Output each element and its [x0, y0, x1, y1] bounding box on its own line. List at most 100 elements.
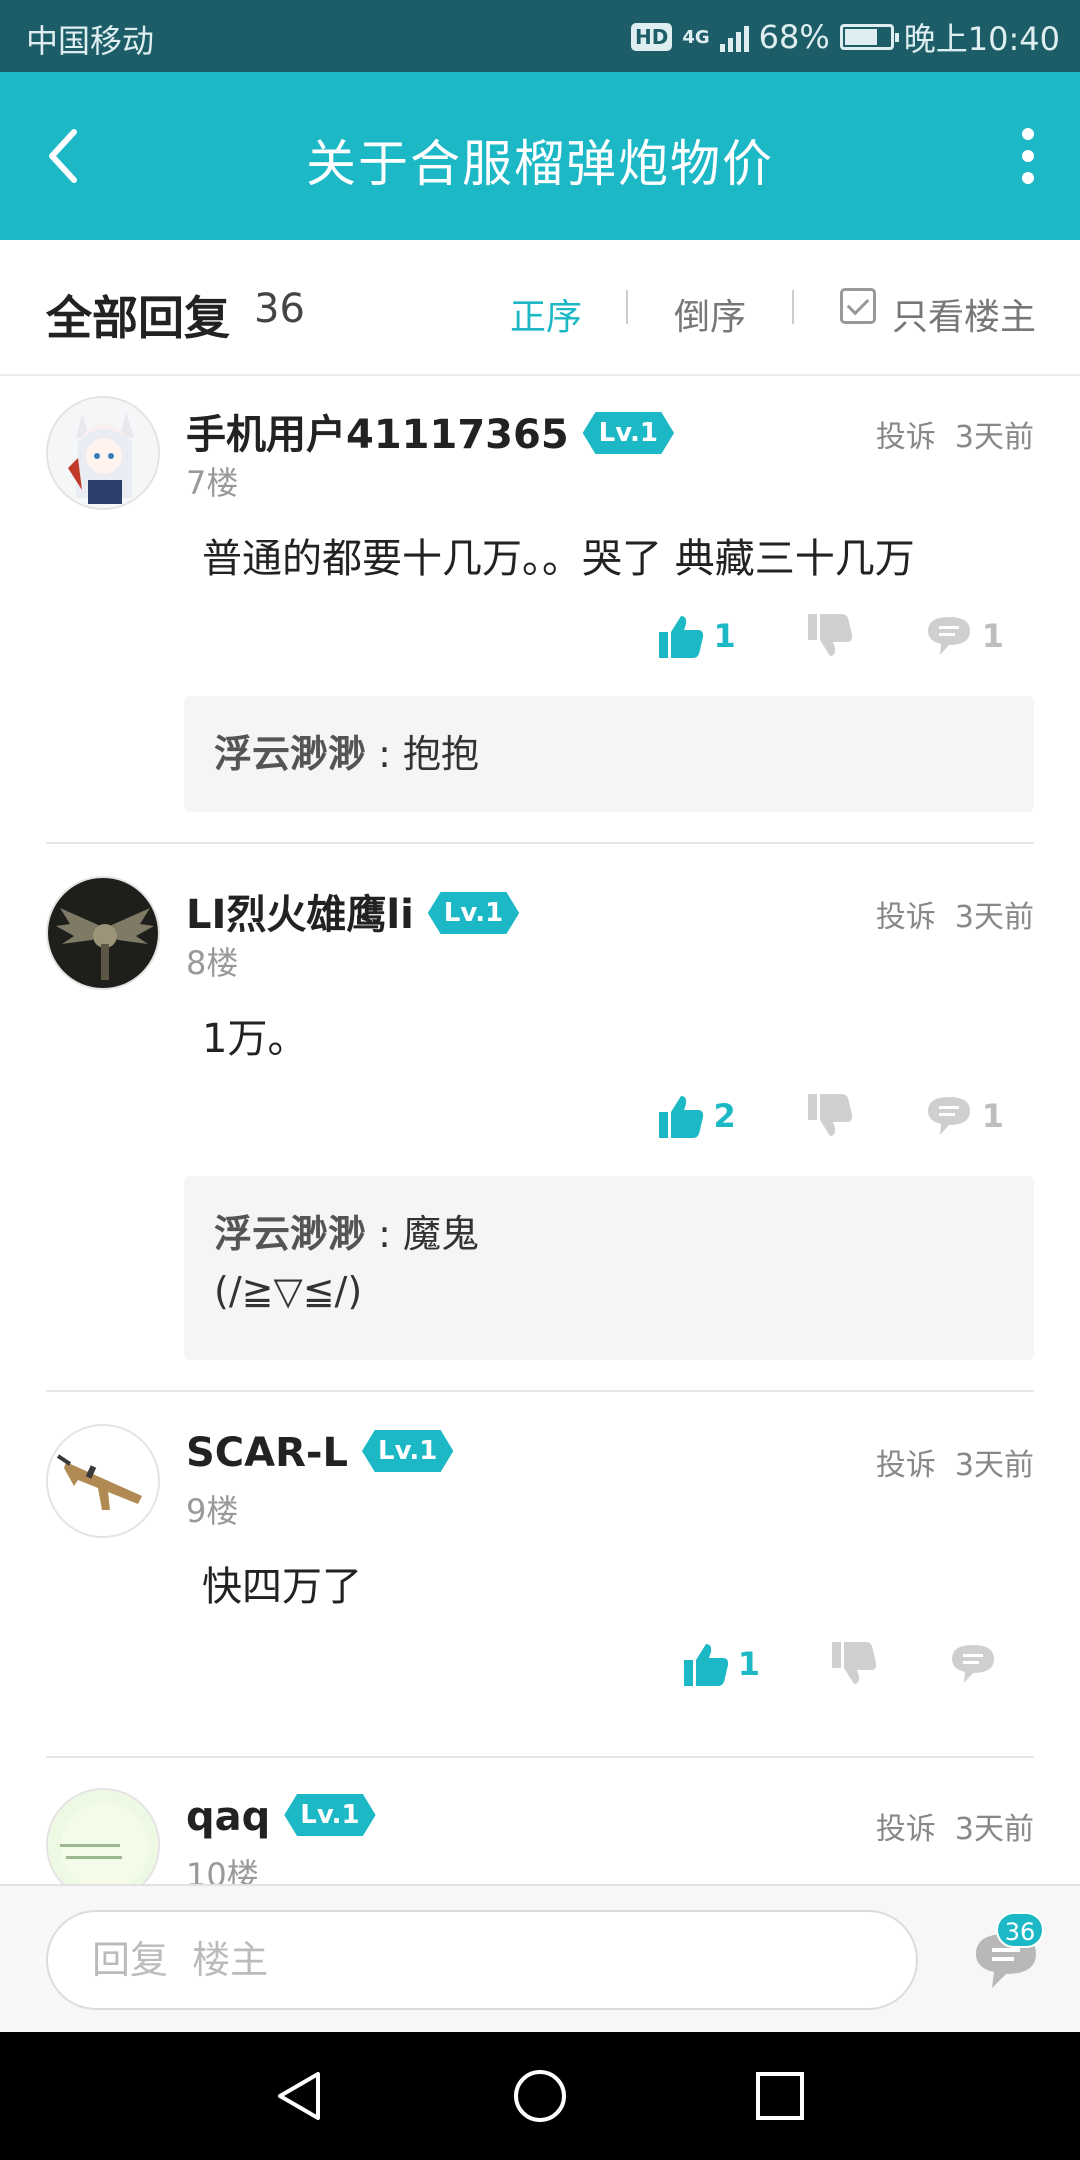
- clock: 晚上10:40: [903, 20, 1060, 58]
- signal-icon: [719, 22, 749, 52]
- thumb-up-icon: [659, 1096, 704, 1138]
- floor-number: 10楼: [186, 1856, 259, 1884]
- all-replies-label: 全部回复: [46, 291, 230, 345]
- comment-count: 1: [981, 617, 1004, 655]
- post-content: 快四万了: [202, 1564, 362, 1610]
- username[interactable]: 手机用户41117365 Lv.1: [186, 402, 675, 460]
- status-icons: HD 4G 68% 晚上10:40: [630, 14, 1060, 60]
- like-button[interactable]: 1: [657, 612, 736, 660]
- thumb-down-icon: [832, 1642, 877, 1684]
- level-badge: Lv.1: [284, 1794, 376, 1836]
- thumb-down-icon: [807, 614, 852, 656]
- sub-reply[interactable]: 浮云渺渺 : 抱抱: [184, 696, 1034, 812]
- username[interactable]: qaq Lv.1: [186, 1794, 376, 1840]
- report-link[interactable]: 投诉: [876, 1812, 936, 1847]
- thumb-up-icon: [683, 1644, 728, 1686]
- divider: [46, 1756, 1034, 1758]
- dislike-button[interactable]: [830, 1640, 878, 1688]
- reply-bar: 36: [0, 1884, 1080, 2032]
- like-button[interactable]: 1: [682, 1640, 760, 1688]
- nav-home-icon[interactable]: [510, 2066, 570, 2126]
- username[interactable]: LI烈火雄鹰li Lv.1: [186, 882, 520, 940]
- comment-icon: [927, 617, 970, 655]
- divider: [46, 1390, 1034, 1392]
- more-vert-icon[interactable]: [1016, 128, 1040, 184]
- sub-reply-text: 抱抱: [402, 732, 479, 776]
- comment-button[interactable]: 1: [924, 1093, 1004, 1139]
- floor-number: 9楼: [186, 1492, 239, 1530]
- avatar[interactable]: [46, 396, 160, 510]
- sub-reply-text: 魔鬼: [402, 1212, 479, 1256]
- level-badge: Lv.1: [427, 892, 520, 934]
- sort-bar: 全部回复 36 正序 倒序 只看楼主: [0, 240, 1080, 376]
- app-header: 关于合服榴弹炮物价: [0, 72, 1080, 240]
- only-op-toggle[interactable]: 只看楼主: [892, 288, 1036, 340]
- report-and-time: 投诉 3天前: [876, 1440, 1034, 1484]
- avatar[interactable]: [46, 1788, 160, 1884]
- post-content: 1万。: [202, 1016, 308, 1062]
- reply-post: qaq Lv.1 投诉 3天前 10楼: [46, 1788, 1034, 1884]
- hd-icon: HD: [630, 23, 673, 51]
- avatar[interactable]: [46, 1424, 160, 1538]
- report-link[interactable]: 投诉: [876, 420, 936, 455]
- post-actions: 1: [612, 1636, 998, 1692]
- post-actions: 2 1: [587, 1088, 1004, 1144]
- page-title: 关于合服榴弹炮物价: [306, 135, 774, 193]
- level-badge: Lv.1: [362, 1430, 454, 1472]
- like-button[interactable]: 2: [657, 1092, 736, 1140]
- username[interactable]: SCAR-L Lv.1: [186, 1430, 454, 1476]
- floor-number: 7楼: [186, 464, 239, 502]
- report-and-time: 投诉 3天前: [876, 412, 1034, 456]
- report-link[interactable]: 投诉: [876, 900, 936, 935]
- reply-post: 手机用户41117365 Lv.1 投诉 3天前 7楼 普通的都要十几万。。哭了 …: [46, 396, 1034, 836]
- like-count: 1: [737, 1645, 760, 1683]
- sub-reply-user[interactable]: 浮云渺渺: [214, 1212, 366, 1256]
- post-time: 3天前: [954, 900, 1034, 935]
- like-count: 2: [713, 1097, 736, 1135]
- status-bar: 中国移动 HD 4G 68% 晚上10:40: [0, 0, 1080, 72]
- sort-descending-tab[interactable]: 倒序: [674, 288, 746, 340]
- post-actions: 1 1: [587, 608, 1004, 664]
- battery-percent: 68%: [758, 18, 830, 56]
- post-time: 3天前: [954, 420, 1034, 455]
- checkbox-icon[interactable]: [840, 288, 876, 324]
- battery-icon: [839, 24, 899, 50]
- comment-icon: [927, 1097, 970, 1135]
- avatar[interactable]: [46, 876, 160, 990]
- comment-button[interactable]: [948, 1641, 998, 1687]
- sub-reply-text-line2: (/≧▽≦/): [214, 1269, 363, 1313]
- report-and-time: 投诉 3天前: [876, 1804, 1034, 1848]
- system-nav-bar: [0, 2032, 1080, 2160]
- divider: [46, 842, 1034, 844]
- divider: [626, 290, 628, 324]
- comment-count-badge: 36: [996, 1912, 1044, 1948]
- reply-count: 36: [254, 286, 305, 332]
- dislike-button[interactable]: [806, 1092, 854, 1140]
- nav-recent-icon[interactable]: [750, 2066, 810, 2126]
- post-time: 3天前: [954, 1812, 1034, 1847]
- sort-ascending-tab[interactable]: 正序: [510, 288, 582, 340]
- nav-back-icon[interactable]: [270, 2066, 330, 2126]
- floor-number: 8楼: [186, 944, 239, 982]
- reply-input[interactable]: [46, 1910, 918, 2010]
- carrier-name: 中国移动: [26, 22, 155, 60]
- sub-reply[interactable]: 浮云渺渺 : 魔鬼 (/≧▽≦/): [184, 1176, 1034, 1360]
- post-time: 3天前: [954, 1448, 1034, 1483]
- comment-button[interactable]: 1: [924, 613, 1004, 659]
- thumb-up-icon: [659, 616, 704, 658]
- sub-reply-sep: :: [366, 732, 403, 776]
- reply-post: SCAR-L Lv.1 投诉 3天前 9楼 快四万了 1: [46, 1424, 1034, 1724]
- network-type: 4G: [682, 26, 710, 48]
- report-and-time: 投诉 3天前: [876, 892, 1034, 936]
- divider: [792, 290, 794, 324]
- like-count: 1: [713, 617, 736, 655]
- report-link[interactable]: 投诉: [876, 1448, 936, 1483]
- reply-post: LI烈火雄鹰li Lv.1 投诉 3天前 8楼 1万。 2 1 浮云渺渺 : 魔鬼…: [46, 876, 1034, 1396]
- sub-reply-user[interactable]: 浮云渺渺: [214, 732, 366, 776]
- comment-icon: [952, 1645, 994, 1683]
- level-badge: Lv.1: [582, 412, 675, 454]
- sub-reply-sep: :: [366, 1212, 403, 1256]
- comment-count: 1: [981, 1097, 1004, 1135]
- dislike-button[interactable]: [806, 612, 854, 660]
- thumb-down-icon: [807, 1094, 852, 1136]
